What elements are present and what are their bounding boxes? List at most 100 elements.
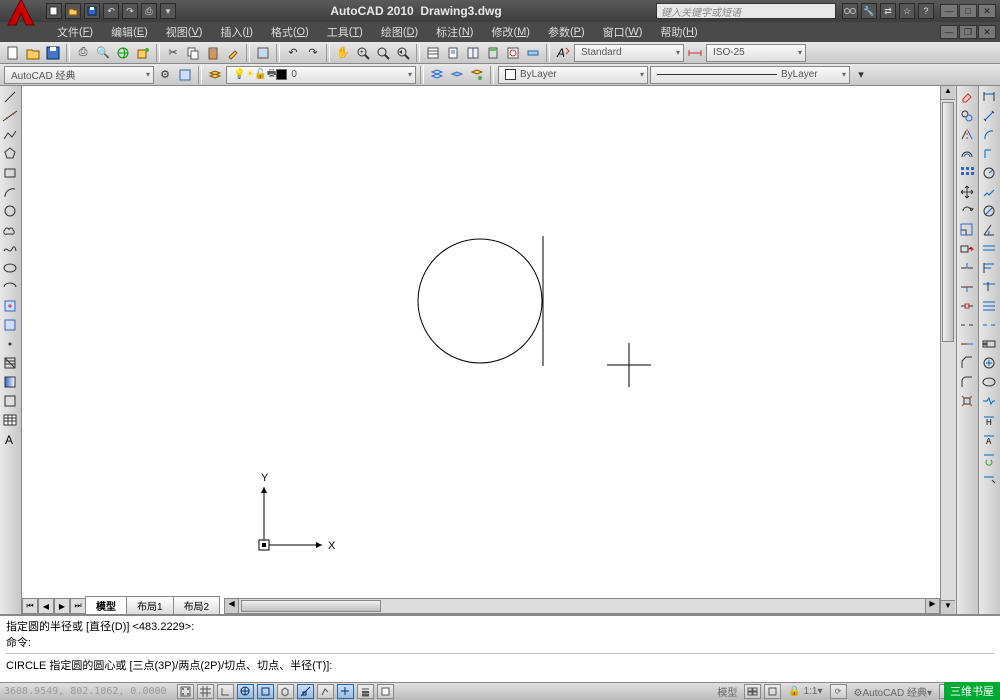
stretch-icon[interactable] <box>958 240 976 258</box>
dim-space-icon[interactable] <box>980 297 998 315</box>
ellipse-icon[interactable] <box>1 259 19 277</box>
polygon-icon[interactable] <box>1 145 19 163</box>
undo-button[interactable]: ↶ <box>284 44 302 62</box>
print-icon[interactable]: ⎙ <box>141 3 157 19</box>
color-combo[interactable]: ByLayer <box>498 66 648 84</box>
cut-icon[interactable]: ✂ <box>164 44 182 62</box>
join-icon[interactable] <box>958 335 976 353</box>
menu-file[interactable]: 文件(F) <box>48 22 102 42</box>
zoom-previous-icon[interactable] <box>394 44 412 62</box>
coordinates-display[interactable]: 3608.9549, 802.1062, 0.0000 <box>4 686 174 697</box>
line-icon[interactable] <box>1 88 19 106</box>
polar-toggle[interactable] <box>237 684 254 699</box>
center-mark-icon[interactable] <box>980 354 998 372</box>
menu-edit[interactable]: 编辑(E) <box>102 22 157 42</box>
key-icon[interactable]: 🔧 <box>861 3 877 19</box>
new-icon[interactable] <box>46 3 62 19</box>
construction-line-icon[interactable] <box>1 107 19 125</box>
workspace-combo[interactable]: AutoCAD 经典 <box>4 66 154 84</box>
circle-icon[interactable] <box>1 202 19 220</box>
dimstyle-combo[interactable]: ISO-25 <box>706 44 806 62</box>
mirror-icon[interactable] <box>958 126 976 144</box>
exchange-icon[interactable]: ⇄ <box>880 3 896 19</box>
region-icon[interactable] <box>1 392 19 410</box>
zoom-window-icon[interactable] <box>374 44 392 62</box>
hatch-icon[interactable] <box>1 354 19 372</box>
redo-button[interactable]: ↷ <box>304 44 322 62</box>
layer-combo[interactable]: 💡☀🔓🖶 0 <box>226 66 416 84</box>
menu-tools[interactable]: 工具(T) <box>318 22 372 42</box>
menu-window[interactable]: 窗口(W) <box>594 22 652 42</box>
copy-obj-icon[interactable] <box>958 107 976 125</box>
ducs-toggle[interactable] <box>317 684 334 699</box>
textstyle-combo[interactable]: Standard <box>574 44 684 62</box>
gradient-icon[interactable] <box>1 373 19 391</box>
dim-break-icon[interactable] <box>980 316 998 334</box>
3dosnap-toggle[interactable] <box>277 684 294 699</box>
spline-icon[interactable] <box>1 240 19 258</box>
fillet-icon[interactable] <box>958 373 976 391</box>
dim-linear-icon[interactable] <box>980 88 998 106</box>
dim-jogged-icon[interactable] <box>980 183 998 201</box>
extend-icon[interactable] <box>958 278 976 296</box>
3ddwf-icon[interactable] <box>134 44 152 62</box>
workspace-settings-icon[interactable]: ⚙ <box>156 66 174 84</box>
otrack-toggle[interactable] <box>297 684 314 699</box>
array-icon[interactable] <box>958 164 976 182</box>
rectangle-icon[interactable] <box>1 164 19 182</box>
workspace-status[interactable]: ⚙AutoCAD 经典▾ <box>850 684 936 699</box>
save-file-icon[interactable] <box>44 44 62 62</box>
copy-icon[interactable] <box>184 44 202 62</box>
break-at-point-icon[interactable] <box>958 297 976 315</box>
maximize-button[interactable]: □ <box>959 4 977 18</box>
dim-tedit-icon[interactable]: A <box>980 430 998 448</box>
mtext-icon[interactable]: A <box>1 430 19 448</box>
zoom-realtime-icon[interactable]: + <box>354 44 372 62</box>
menu-draw[interactable]: 绘图(D) <box>372 22 427 42</box>
dim-jogline-icon[interactable] <box>980 392 998 410</box>
horizontal-scrollbar[interactable]: ◀ ▶ <box>224 598 940 614</box>
tolerance-icon[interactable] <box>980 335 998 353</box>
chamfer-icon[interactable] <box>958 354 976 372</box>
move-icon[interactable] <box>958 183 976 201</box>
search-input[interactable]: 键入关键字或短语 <box>656 3 836 19</box>
textstyle-manager-icon[interactable]: A <box>554 44 572 62</box>
annoscale-sync-icon[interactable]: ⟳ <box>830 684 847 699</box>
matchprop-icon[interactable] <box>224 44 242 62</box>
undo-icon[interactable]: ↶ <box>103 3 119 19</box>
cmd-prompt[interactable]: CIRCLE 指定圆的圆心或 [三点(3P)/两点(2P)/切点、切点、半径(T… <box>6 657 994 673</box>
vertical-scrollbar[interactable]: ▲ ▼ <box>940 86 956 614</box>
sheet-set-icon[interactable] <box>444 44 462 62</box>
make-block-icon[interactable] <box>1 316 19 334</box>
grid-toggle[interactable] <box>197 684 214 699</box>
properties-icon[interactable] <box>424 44 442 62</box>
revision-cloud-icon[interactable] <box>1 221 19 239</box>
dim-update-icon[interactable] <box>980 449 998 467</box>
plot-icon[interactable]: ⎙ <box>74 44 92 62</box>
ortho-toggle[interactable] <box>217 684 234 699</box>
pan-icon[interactable]: ✋ <box>334 44 352 62</box>
plot-preview-icon[interactable]: 🔍 <box>94 44 112 62</box>
dim-baseline-icon[interactable] <box>980 259 998 277</box>
osnap-toggle[interactable] <box>257 684 274 699</box>
dim-radius-icon[interactable] <box>980 164 998 182</box>
tab-last-icon[interactable]: ⏭ <box>70 598 86 614</box>
scale-icon[interactable] <box>958 221 976 239</box>
dim-continue-icon[interactable] <box>980 278 998 296</box>
dim-inspect-icon[interactable] <box>980 373 998 391</box>
lineweight-icon[interactable]: ▾ <box>852 66 870 84</box>
app-logo[interactable] <box>4 0 38 29</box>
tab-model[interactable]: 模型 <box>85 596 127 614</box>
calculator-icon[interactable] <box>484 44 502 62</box>
layer-match-icon[interactable] <box>468 66 486 84</box>
point-icon[interactable] <box>1 335 19 353</box>
tab-first-icon[interactable]: ⏮ <box>22 598 38 614</box>
dim-angular-icon[interactable] <box>980 221 998 239</box>
model-space-button[interactable]: 模型 <box>713 684 741 699</box>
qp-toggle[interactable] <box>377 684 394 699</box>
dim-arc-icon[interactable] <box>980 126 998 144</box>
dyn-toggle[interactable] <box>337 684 354 699</box>
break-icon[interactable] <box>958 316 976 334</box>
qat-more-icon[interactable]: ▾ <box>160 3 176 19</box>
annoscale-display[interactable]: 🔒 1:1▾ <box>784 686 826 697</box>
